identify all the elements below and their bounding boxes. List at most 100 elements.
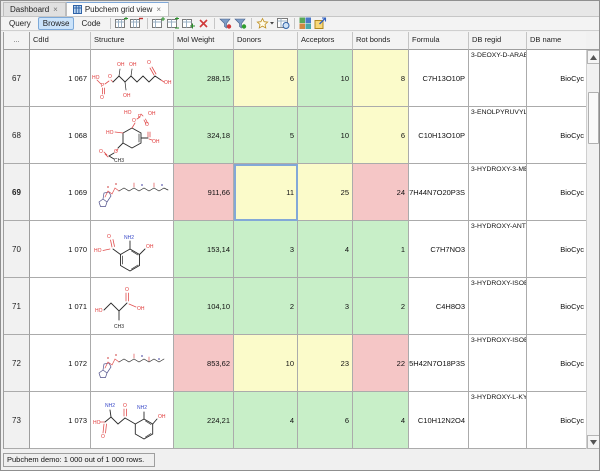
structure-cell[interactable]: HO P O O OH OH OH O OH — [91, 50, 174, 107]
db-name-cell[interactable]: BioCyc — [527, 335, 587, 392]
scrollbar-thumb[interactable] — [588, 92, 599, 144]
column-header-cdid[interactable]: CdId — [30, 32, 91, 50]
db-regid-cell[interactable]: 3-ENOLPYRUVYL-SHI — [469, 107, 527, 164]
column-header-db-regid[interactable]: DB regid — [469, 32, 527, 50]
db-name-cell[interactable]: BioCyc — [527, 392, 587, 449]
acceptors-cell[interactable]: 6 — [298, 392, 353, 449]
db-name-cell[interactable]: BioCyc — [527, 50, 587, 107]
rot-bonds-cell[interactable]: 22 — [353, 335, 409, 392]
donors-cell[interactable]: 10 — [234, 335, 298, 392]
column-header-rot-bonds[interactable]: Rot bonds — [353, 32, 409, 50]
formula-cell[interactable]: C7H7NO3 — [409, 221, 469, 278]
cdid-cell[interactable]: 1 069 — [30, 164, 91, 221]
row-number[interactable]: 73 — [4, 392, 30, 449]
tab-dashboard[interactable]: Dashboard × — [3, 2, 66, 16]
find-in-grid-icon[interactable] — [277, 17, 290, 30]
acceptors-cell[interactable]: 23 — [298, 335, 353, 392]
donors-cell[interactable]: 4 — [234, 392, 298, 449]
delete-row-icon[interactable] — [130, 17, 143, 30]
cdid-cell[interactable]: 1 073 — [30, 392, 91, 449]
mol-weight-cell[interactable]: 324,18 — [174, 107, 234, 164]
column-header-corner[interactable]: ... — [4, 32, 30, 50]
db-regid-cell[interactable]: 3-HYDROXY-L-KYNU — [469, 392, 527, 449]
acceptors-cell[interactable]: 10 — [298, 50, 353, 107]
column-header-acceptors[interactable]: Acceptors — [298, 32, 353, 50]
row-number[interactable]: 67 — [4, 50, 30, 107]
structure-cell[interactable]: HO O NH2 O NH2 OH — [91, 392, 174, 449]
filter-apply-icon[interactable] — [234, 17, 247, 30]
mol-weight-cell[interactable]: 224,21 — [174, 392, 234, 449]
row-number[interactable]: 72 — [4, 335, 30, 392]
browse-button[interactable]: Browse — [38, 17, 75, 30]
favorites-star-icon[interactable] — [256, 17, 275, 30]
mol-weight-cell[interactable]: 104,10 — [174, 278, 234, 335]
mol-weight-cell[interactable]: 288,15 — [174, 50, 234, 107]
filter-new-icon[interactable] — [219, 17, 232, 30]
delete-icon[interactable] — [197, 17, 210, 30]
mol-weight-cell[interactable]: 853,62 — [174, 335, 234, 392]
export-icon[interactable] — [314, 17, 327, 30]
acceptors-cell[interactable]: 4 — [298, 221, 353, 278]
close-icon[interactable]: × — [52, 6, 59, 14]
cdid-cell[interactable]: 1 067 — [30, 50, 91, 107]
rot-bonds-cell[interactable]: 1 — [353, 221, 409, 278]
structure-cell[interactable] — [91, 164, 174, 221]
structure-cell[interactable]: HO P OH O O HO O O OH CH3 — [91, 107, 174, 164]
rot-bonds-cell[interactable]: 6 — [353, 107, 409, 164]
row-number[interactable]: 68 — [4, 107, 30, 164]
row-number[interactable]: 71 — [4, 278, 30, 335]
column-header-mol-weight[interactable]: Mol Weight — [174, 32, 234, 50]
donors-cell[interactable]: 2 — [234, 278, 298, 335]
formula-cell[interactable]: C27H44N7O20P3S — [409, 164, 469, 221]
acceptors-cell[interactable]: 10 — [298, 107, 353, 164]
add-row-icon[interactable] — [152, 17, 165, 30]
column-header-structure[interactable]: Structure — [91, 32, 174, 50]
db-regid-cell[interactable]: 3-HYDROXY-ANTHRA — [469, 221, 527, 278]
rot-bonds-cell[interactable]: 2 — [353, 278, 409, 335]
db-regid-cell[interactable]: 3-HYDROXY-ISOBUT — [469, 335, 527, 392]
scroll-up-icon[interactable] — [587, 50, 600, 64]
append-data-icon[interactable] — [182, 17, 195, 30]
column-header-db-name[interactable]: DB name — [527, 32, 587, 50]
query-button[interactable]: Query — [4, 17, 36, 30]
db-name-cell[interactable]: BioCyc — [527, 107, 587, 164]
mol-weight-cell[interactable]: 911,66 — [174, 164, 234, 221]
donors-cell[interactable]: 5 — [234, 107, 298, 164]
db-regid-cell[interactable]: 3-HYDROXY-ISOBUT — [469, 278, 527, 335]
acceptors-cell[interactable]: 3 — [298, 278, 353, 335]
db-name-cell[interactable]: BioCyc — [527, 221, 587, 278]
close-icon[interactable]: × — [155, 6, 162, 14]
donors-cell[interactable]: 3 — [234, 221, 298, 278]
row-number[interactable]: 69 — [4, 164, 30, 221]
donors-cell[interactable]: 6 — [234, 50, 298, 107]
tab-pubchem-grid-view[interactable]: Pubchem grid view × — [66, 2, 169, 16]
structure-cell[interactable] — [91, 335, 174, 392]
rot-bonds-cell[interactable]: 4 — [353, 392, 409, 449]
db-regid-cell[interactable]: 3-DEOXY-D-ARABIN — [469, 50, 527, 107]
rot-bonds-cell[interactable]: 24 — [353, 164, 409, 221]
donors-cell-selected[interactable]: 11 — [234, 164, 298, 221]
db-regid-cell[interactable]: 3-HYDROXY-3-METH — [469, 164, 527, 221]
code-button[interactable]: Code — [76, 17, 105, 30]
formula-cell[interactable]: C7H13O10P — [409, 50, 469, 107]
rot-bonds-cell[interactable]: 8 — [353, 50, 409, 107]
insert-row-icon[interactable] — [115, 17, 128, 30]
formula-cell[interactable]: C4H8O3 — [409, 278, 469, 335]
vertical-scrollbar[interactable] — [586, 50, 599, 449]
grid-colors-icon[interactable] — [299, 17, 312, 30]
column-header-donors[interactable]: Donors — [234, 32, 298, 50]
structure-cell[interactable]: O HO NH2 OH — [91, 221, 174, 278]
row-number[interactable]: 70 — [4, 221, 30, 278]
formula-cell[interactable]: C10H13O10P — [409, 107, 469, 164]
structure-cell[interactable]: HO O OH CH3 — [91, 278, 174, 335]
mol-weight-cell[interactable]: 153,14 — [174, 221, 234, 278]
cdid-cell[interactable]: 1 070 — [30, 221, 91, 278]
formula-cell[interactable]: C10H12N2O4 — [409, 392, 469, 449]
cdid-cell[interactable]: 1 072 — [30, 335, 91, 392]
column-header-formula[interactable]: Formula — [409, 32, 469, 50]
scroll-down-icon[interactable] — [587, 435, 600, 449]
cdid-cell[interactable]: 1 068 — [30, 107, 91, 164]
db-name-cell[interactable]: BioCyc — [527, 278, 587, 335]
cdid-cell[interactable]: 1 071 — [30, 278, 91, 335]
db-name-cell[interactable]: BioCyc — [527, 164, 587, 221]
